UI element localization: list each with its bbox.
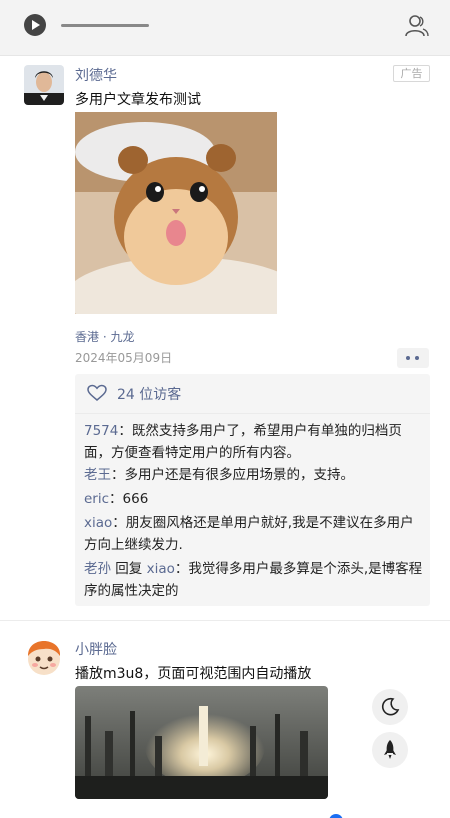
partial-badge — [329, 814, 343, 818]
commenter-name[interactable]: eric — [84, 491, 109, 507]
post-date: 2024年05月09日 — [75, 351, 173, 365]
moon-icon — [382, 697, 400, 716]
commenter-name[interactable]: xiao — [84, 515, 112, 531]
dark-mode-toggle[interactable] — [372, 689, 408, 725]
post-image-cat[interactable] — [75, 112, 277, 314]
author-avatar[interactable] — [24, 65, 64, 105]
more-actions-button[interactable] — [397, 348, 429, 368]
ad-badge: 广告 — [393, 65, 430, 82]
rocket-icon — [384, 740, 396, 759]
author-avatar[interactable] — [24, 638, 64, 678]
play-icon[interactable] — [24, 14, 46, 36]
author-name[interactable]: 刘德华 — [75, 65, 117, 85]
back-to-top-button[interactable] — [372, 732, 408, 768]
comment-text: 朋友圈风格还是单用户就好,我是不建议在多用户方向上继续发力. — [84, 515, 414, 553]
commenter-name[interactable]: 老王 — [84, 467, 111, 483]
comment-separator: ： — [111, 467, 125, 483]
comment-text: 666 — [122, 491, 149, 507]
comment-separator: ： — [174, 561, 189, 577]
likes-count[interactable]: 24 位访客 — [117, 384, 181, 404]
post-separator — [0, 620, 450, 621]
commenter-name[interactable]: 7574 — [84, 423, 118, 439]
comment-item[interactable]: 老王：多用户还是有很多应用场景的，支持。 — [84, 464, 424, 486]
commenter-name[interactable]: 老孙 — [84, 561, 111, 577]
comment-text: 既然支持多用户了，希望用户有单独的归档页面，方便查看特定用户的所有内容。 — [84, 423, 402, 461]
heart-icon — [87, 384, 107, 401]
location-link[interactable]: 香港 · 九龙 — [75, 328, 134, 345]
comment-item[interactable]: 7574：既然支持多用户了，希望用户有单独的归档页面，方便查看特定用户的所有内容… — [84, 420, 424, 464]
comment-separator: ： — [109, 491, 123, 507]
divider — [75, 413, 430, 414]
comment-item[interactable]: eric：666 — [84, 488, 424, 510]
comment-separator: ： — [118, 423, 132, 439]
comment-text: 多用户还是有很多应用场景的，支持。 — [124, 467, 355, 483]
audio-progress-bar[interactable] — [61, 24, 149, 27]
comment-separator: ： — [112, 515, 126, 531]
post-text: 多用户文章发布测试 — [75, 92, 201, 108]
author-name[interactable]: 小胖脸 — [75, 639, 117, 659]
comment-item[interactable]: xiao：朋友圈风格还是单用户就好,我是不建议在多用户方向上继续发力. — [84, 512, 424, 556]
reply-target-name[interactable]: xiao — [147, 561, 175, 577]
comment-item[interactable]: 老孙 回复 xiao：我觉得多用户最多算是个添头,是博客程序的属性决定的 — [84, 558, 424, 602]
dot-icon — [415, 356, 419, 360]
likes-and-comments-panel: 24 位访客 7574：既然支持多用户了，希望用户有单独的归档页面，方便查看特定… — [75, 374, 430, 606]
post-video-thumbnail[interactable] — [75, 686, 328, 799]
users-icon[interactable] — [402, 12, 430, 40]
reply-word: 回复 — [111, 561, 147, 577]
post-text: 播放m3u8，页面可视范围内自动播放 — [75, 666, 312, 682]
audio-player-bar — [0, 0, 450, 56]
dot-icon — [406, 356, 410, 360]
